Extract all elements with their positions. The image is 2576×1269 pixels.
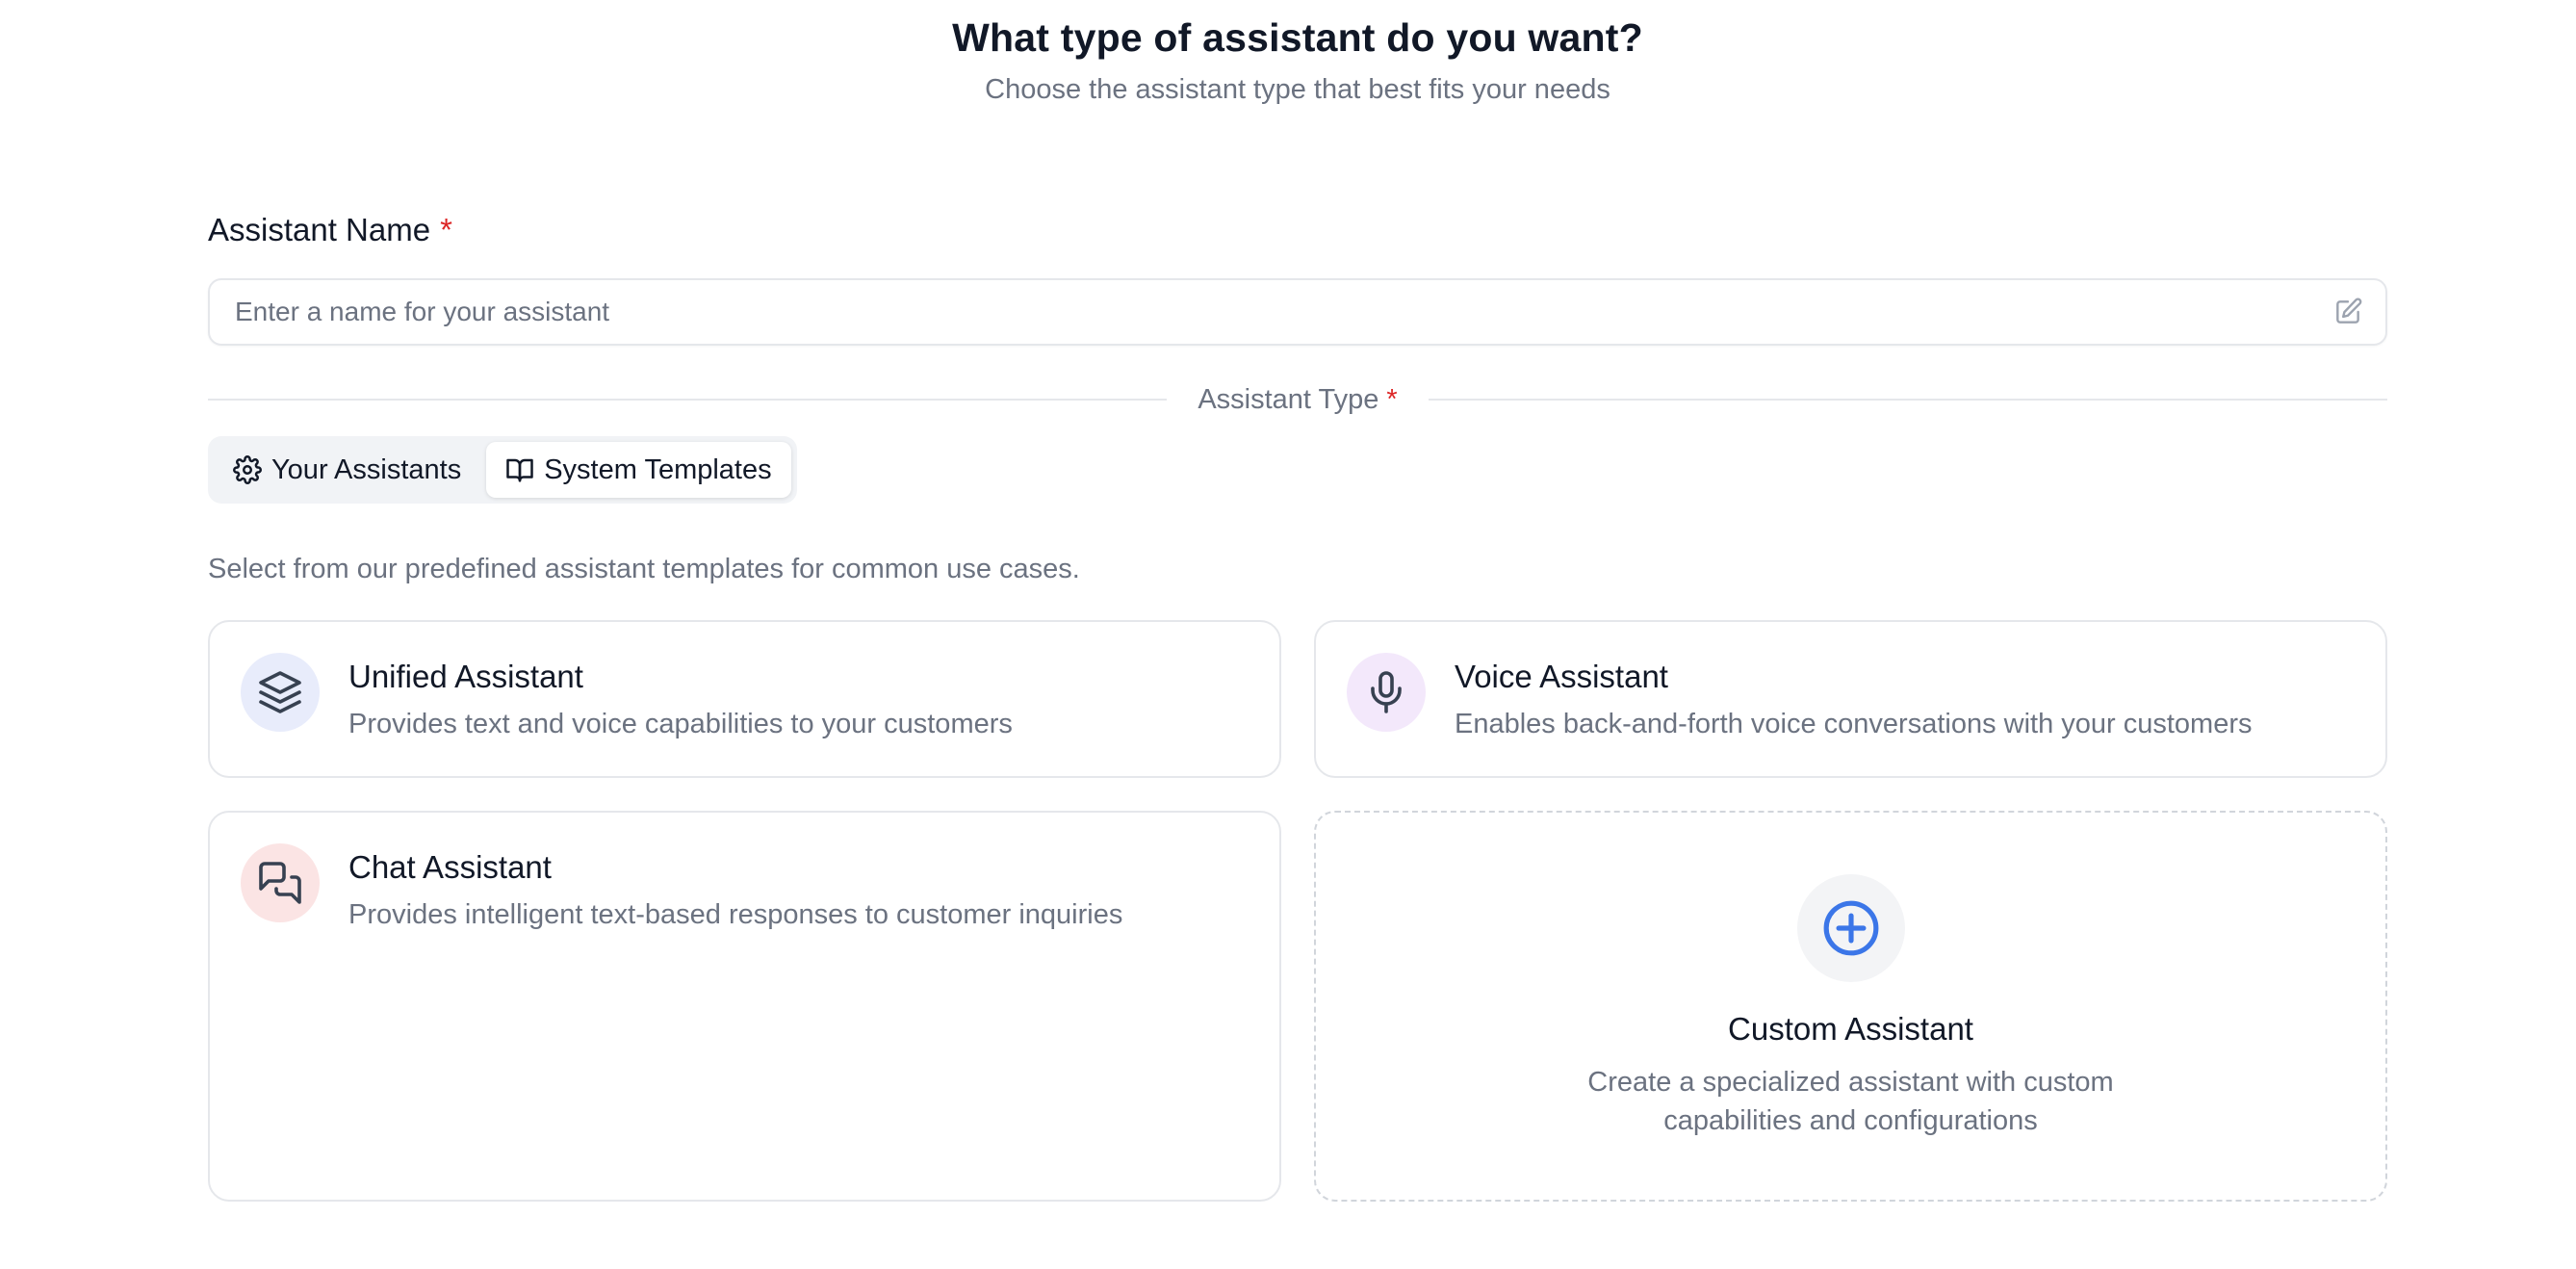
template-title: Chat Assistant: [348, 849, 552, 885]
template-card-voice[interactable]: Voice Assistant Enables back-and-forth v…: [1314, 620, 2387, 778]
tab-system-templates-label: System Templates: [544, 453, 772, 485]
plus-circle-container: [1796, 874, 1905, 982]
custom-assistant-card[interactable]: Custom Assistant Create a specialized as…: [1314, 811, 2387, 1202]
custom-assistant-description: Create a specialized assistant with cust…: [1553, 1063, 2150, 1140]
microphone-icon: [1371, 671, 1402, 713]
assistant-type-form: What type of assistant do you want? Choo…: [208, 0, 2388, 1202]
template-text: Unified Assistant Provides text and voic…: [348, 653, 1013, 740]
template-description: Enables back-and-forth voice conversatio…: [1455, 709, 2253, 739]
custom-description-line: Create a specialized assistant with cust…: [1587, 1067, 2114, 1098]
chat-bubbles-icon: [259, 862, 301, 904]
template-description: Provides intelligent text-based response…: [348, 899, 1123, 930]
book-open-icon: [506, 458, 533, 482]
tab-your-assistants-label: Your Assistants: [271, 453, 462, 485]
template-grid: Unified Assistant Provides text and voic…: [208, 620, 2387, 1202]
page: What type of assistant do you want? Choo…: [0, 0, 2576, 1269]
custom-description-line: capabilities and configurations: [1663, 1105, 2038, 1136]
assistant-name-label: Assistant Name *: [208, 211, 2387, 249]
template-card-chat[interactable]: Chat Assistant Provides intelligent text…: [208, 811, 1281, 1202]
divider-line-right: [1428, 399, 2388, 401]
assistant-source-tabs: Your Assistants System Templates: [208, 436, 797, 504]
page-title: What type of assistant do you want?: [952, 15, 1643, 60]
template-text: Chat Assistant Provides intelligent text…: [348, 843, 1122, 931]
assistant-type-label-text: Assistant Type: [1198, 383, 1379, 415]
required-asterisk: *: [1386, 383, 1398, 415]
template-avatar: [1347, 653, 1426, 732]
templates-hint: Select from our predefined assistant tem…: [208, 554, 1080, 584]
assistant-name-label-text: Assistant Name: [208, 212, 431, 247]
template-title: Voice Assistant: [1455, 659, 1668, 694]
tab-your-assistants[interactable]: Your Assistants: [214, 442, 480, 498]
template-avatar: [241, 653, 320, 732]
page-header: What type of assistant do you want? Choo…: [208, 0, 2387, 106]
assistant-name-field[interactable]: [208, 278, 2387, 346]
plus-circle-icon: [1823, 900, 1878, 956]
divider-line-left: [208, 399, 1168, 401]
edit-icon[interactable]: [2331, 296, 2364, 328]
gear-icon: [233, 455, 262, 484]
assistant-type-label: Assistant Type *: [1167, 384, 1428, 416]
tab-system-templates[interactable]: System Templates: [486, 442, 791, 498]
layers-icon: [259, 671, 301, 713]
template-text: Voice Assistant Enables back-and-forth v…: [1455, 653, 2253, 740]
template-card-unified[interactable]: Unified Assistant Provides text and voic…: [208, 620, 1281, 778]
page-subtitle: Choose the assistant type that best fits…: [985, 74, 1610, 105]
assistant-name-input[interactable]: [233, 296, 2331, 328]
custom-assistant-title: Custom Assistant: [1728, 1011, 1973, 1047]
required-asterisk: *: [440, 212, 452, 247]
template-title: Unified Assistant: [348, 659, 583, 694]
template-avatar: [241, 843, 320, 922]
assistant-type-divider: Assistant Type *: [208, 380, 2388, 419]
template-description: Provides text and voice capabilities to …: [348, 709, 1013, 739]
